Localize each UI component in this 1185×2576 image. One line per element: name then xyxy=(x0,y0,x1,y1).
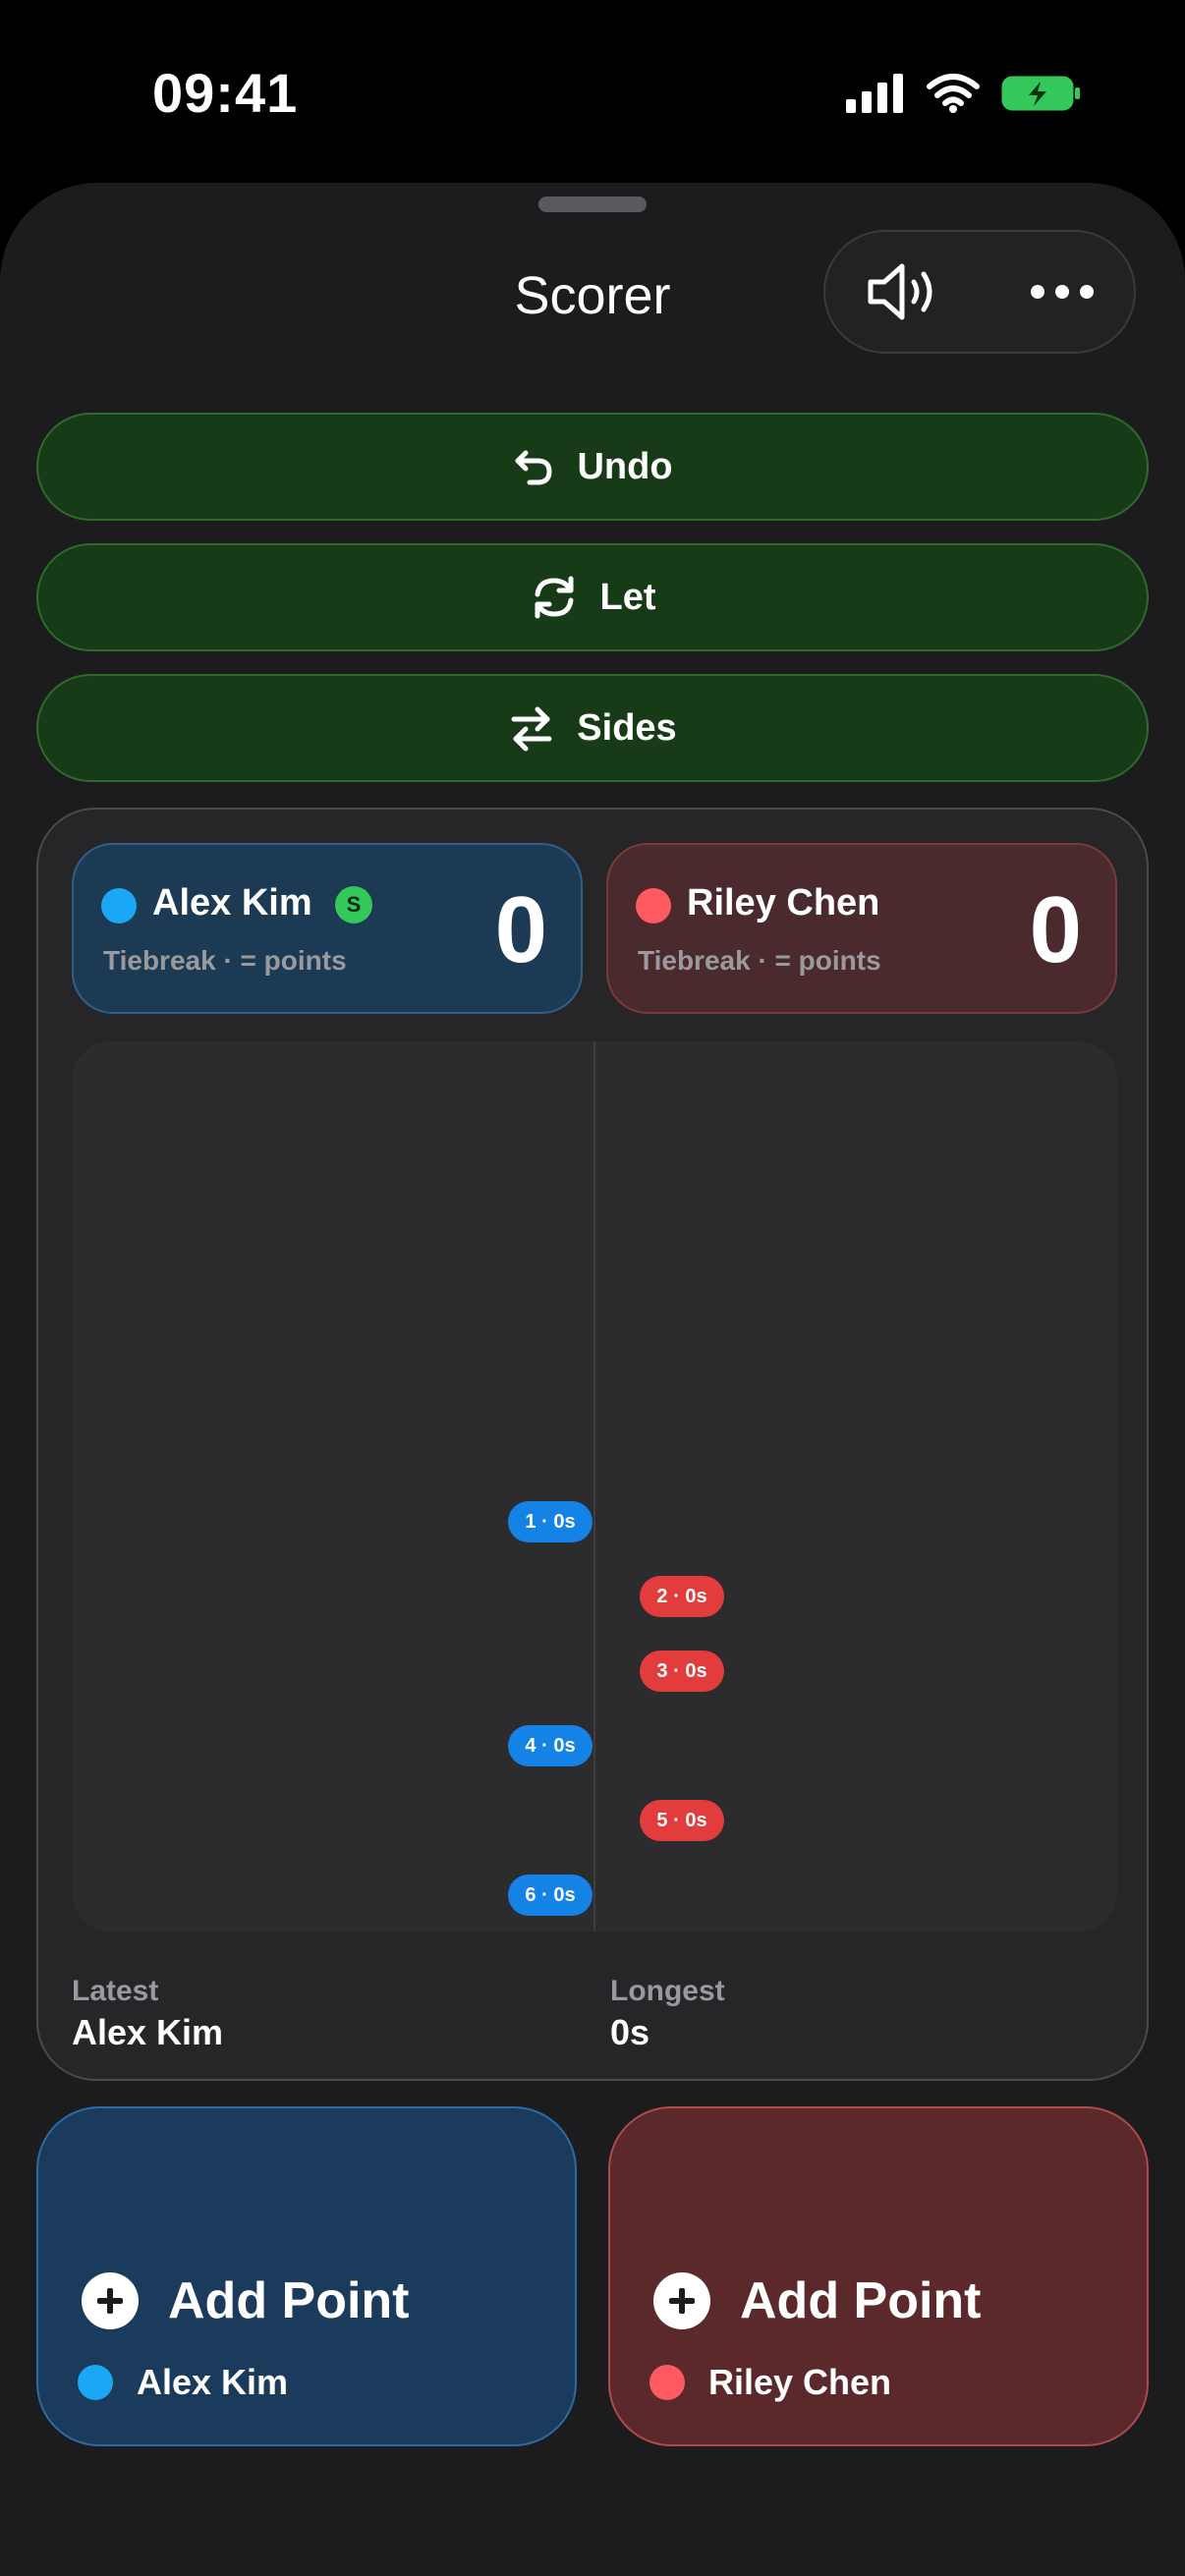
rally-chip: 5 · 0s xyxy=(640,1800,724,1841)
player-card-alex: Alex Kim S Tiebreak · = points 0 xyxy=(72,843,583,1014)
player-subtitle: Tiebreak · = points xyxy=(638,945,881,976)
add-point-label: Add Point xyxy=(740,2272,982,2329)
undo-label: Undo xyxy=(577,445,673,487)
rally-chip: 2 · 0s xyxy=(640,1576,724,1617)
status-bar: 09:41 xyxy=(0,0,1185,183)
add-point-player: Riley Chen xyxy=(649,2362,891,2403)
player-color-dot xyxy=(636,888,671,924)
sides-label: Sides xyxy=(577,706,677,749)
rally-chip: 1 · 0s xyxy=(508,1501,592,1542)
player-score: 0 xyxy=(494,877,547,982)
add-point-player-name: Alex Kim xyxy=(137,2362,289,2402)
refresh-icon xyxy=(535,576,573,619)
undo-button[interactable]: Undo xyxy=(36,413,1149,521)
plus-circle-icon xyxy=(653,2272,710,2329)
add-point-label: Add Point xyxy=(168,2272,410,2329)
serve-badge: S xyxy=(335,886,372,924)
player-score: 0 xyxy=(1029,877,1082,982)
status-icons xyxy=(846,69,1082,118)
player-color-dot xyxy=(78,2365,113,2400)
header-controls xyxy=(823,230,1136,354)
more-icon[interactable] xyxy=(1030,282,1095,302)
battery-charging-icon xyxy=(1001,76,1080,111)
add-point-row: Add Point xyxy=(82,2271,410,2330)
let-button[interactable]: Let xyxy=(36,543,1149,651)
match-card: Alex Kim S Tiebreak · = points 0 Riley C… xyxy=(36,808,1149,2081)
player-color-dot xyxy=(101,888,137,924)
add-point-player: Alex Kim xyxy=(78,2362,288,2403)
status-time: 09:41 xyxy=(152,62,299,124)
undo-icon xyxy=(515,450,552,485)
player-color-dot xyxy=(649,2365,685,2400)
sheet-grabber[interactable] xyxy=(538,196,647,212)
rally-chip: 4 · 0s xyxy=(508,1725,592,1766)
latest-label: Latest xyxy=(72,1975,159,2007)
player-name: Alex Kim xyxy=(152,882,312,924)
rally-chip: 3 · 0s xyxy=(640,1651,724,1692)
add-point-row: Add Point xyxy=(653,2271,982,2330)
swap-icon xyxy=(511,706,552,752)
signal-icon xyxy=(846,74,903,113)
sides-button[interactable]: Sides xyxy=(36,674,1149,782)
add-point-alex-button[interactable]: Add Point Alex Kim xyxy=(36,2106,577,2446)
player-name: Riley Chen xyxy=(687,882,880,924)
plus-circle-icon xyxy=(82,2272,139,2329)
scorer-sheet: Scorer Undo Let Sides Alex Kim S Tiebrea… xyxy=(0,183,1185,2576)
player-card-riley: Riley Chen Tiebreak · = points 0 xyxy=(606,843,1117,1014)
rally-chip: 6 · 0s xyxy=(508,1875,592,1916)
add-point-riley-button[interactable]: Add Point Riley Chen xyxy=(608,2106,1149,2446)
let-label: Let xyxy=(599,576,656,618)
wifi-icon xyxy=(927,74,980,113)
player-subtitle: Tiebreak · = points xyxy=(103,945,347,976)
speaker-icon[interactable] xyxy=(865,260,939,323)
longest-label: Longest xyxy=(610,1975,725,2007)
timeline-divider xyxy=(593,1041,595,1932)
longest-value: 0s xyxy=(610,2012,650,2052)
rally-timeline[interactable]: 1 · 0s 2 · 0s 3 · 0s 4 · 0s 5 · 0s 6 · 0… xyxy=(72,1041,1117,1932)
add-point-player-name: Riley Chen xyxy=(708,2362,892,2402)
latest-value: Alex Kim xyxy=(72,2012,224,2052)
